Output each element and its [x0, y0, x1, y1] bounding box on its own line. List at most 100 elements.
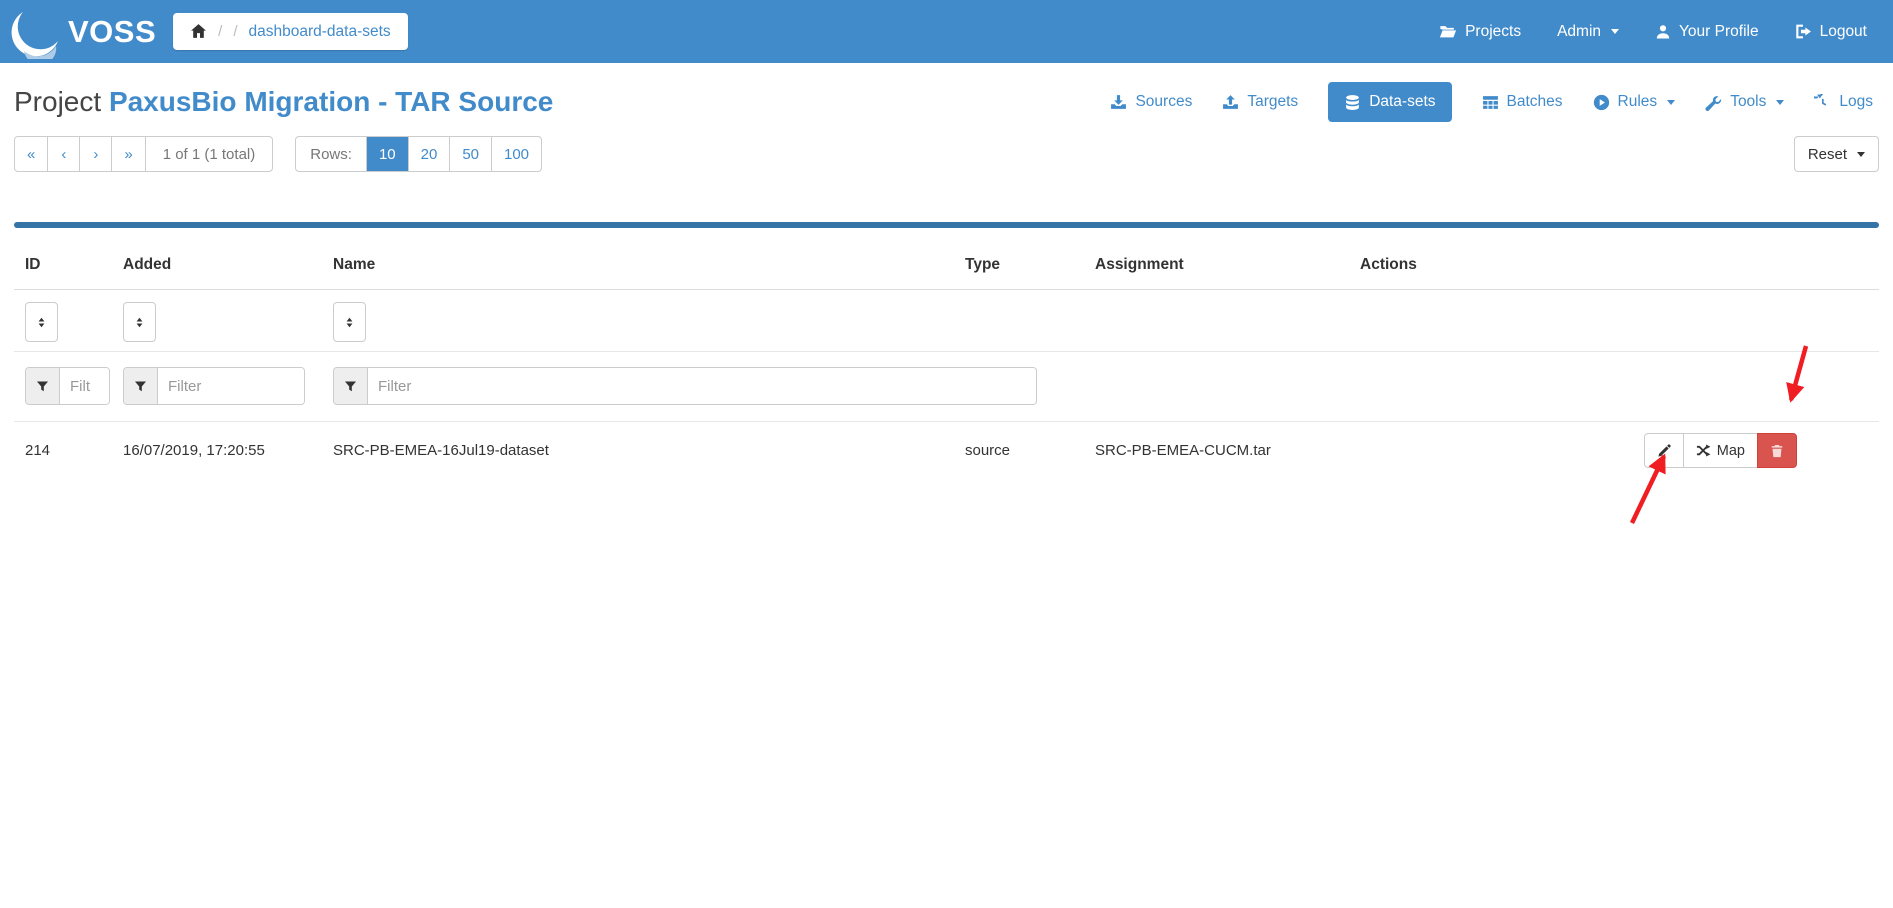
added-filter-group [123, 367, 305, 405]
first-page-button[interactable]: « [15, 137, 47, 171]
filter-icon [334, 368, 368, 404]
caret-down-icon [1857, 152, 1865, 157]
breadcrumb: / / dashboard-data-sets [173, 13, 408, 50]
reset-button-label: Reset [1808, 146, 1847, 163]
map-button[interactable]: Map [1683, 433, 1758, 468]
voss-logo-icon [10, 7, 62, 59]
tab-tools[interactable]: Tools [1705, 93, 1784, 111]
play-circle-icon [1593, 94, 1610, 111]
toolbar: « ‹ › » 1 of 1 (1 total) Rows: 10 20 50 … [0, 136, 1893, 172]
added-filter-input[interactable] [158, 368, 304, 404]
logout-icon [1795, 23, 1812, 40]
rows-option-100[interactable]: 100 [491, 137, 541, 171]
tab-rules-label: Rules [1618, 93, 1658, 111]
nav-your-profile[interactable]: Your Profile [1655, 23, 1759, 41]
user-icon [1655, 24, 1671, 40]
navbar-right: Projects Admin Your Profile Logout [1439, 23, 1867, 41]
delete-button[interactable] [1757, 433, 1797, 468]
rows-per-page-group: Rows: 10 20 50 100 [295, 136, 542, 172]
page-info: 1 of 1 (1 total) [145, 137, 273, 171]
nav-admin-label: Admin [1557, 23, 1601, 41]
filter-icon [124, 368, 158, 404]
table-icon [1482, 94, 1499, 111]
row-type-cell: source [954, 422, 1084, 483]
nav-logout-label: Logout [1820, 23, 1867, 41]
tab-tools-label: Tools [1730, 93, 1766, 111]
prev-page-button[interactable]: ‹ [47, 137, 79, 171]
download-icon [1110, 94, 1127, 111]
tab-logs[interactable]: Logs [1814, 93, 1873, 111]
tab-sources[interactable]: Sources [1110, 93, 1192, 111]
column-header-name[interactable]: Name [322, 228, 954, 290]
column-header-added[interactable]: Added [112, 228, 322, 290]
trash-icon [1770, 444, 1784, 458]
rows-label: Rows: [296, 137, 366, 171]
row-actions-group: Map [1644, 433, 1797, 468]
sort-name-button[interactable] [333, 302, 366, 342]
nav-projects-label: Projects [1465, 23, 1521, 41]
column-header-actions: Actions [1349, 228, 1879, 290]
page-title-prefix: Project [14, 86, 101, 117]
upload-icon [1222, 94, 1239, 111]
nav-logout[interactable]: Logout [1795, 23, 1867, 41]
nav-your-profile-label: Your Profile [1679, 23, 1759, 41]
sort-icon [35, 316, 48, 329]
brand[interactable]: VOSS [10, 5, 156, 59]
nav-projects[interactable]: Projects [1439, 23, 1521, 41]
project-name: PaxusBio Migration - TAR Source [109, 86, 553, 117]
column-header-type[interactable]: Type [954, 228, 1084, 290]
tab-logs-label: Logs [1839, 93, 1873, 111]
next-page-button[interactable]: › [79, 137, 111, 171]
pencil-icon [1657, 444, 1671, 458]
tab-bar: Sources Targets Data-sets Batches Rules [1110, 82, 1873, 122]
caret-down-icon [1611, 29, 1619, 34]
sort-icon [133, 316, 146, 329]
shuffle-icon [1696, 443, 1711, 458]
tab-sources-label: Sources [1135, 93, 1192, 111]
edit-button[interactable] [1644, 433, 1684, 468]
breadcrumb-current[interactable]: dashboard-data-sets [249, 23, 391, 41]
name-filter-input[interactable] [368, 368, 1036, 404]
home-icon[interactable] [190, 23, 207, 40]
caret-down-icon [1667, 100, 1675, 105]
history-icon [1814, 94, 1831, 111]
page-title: Project PaxusBio Migration - TAR Source [14, 86, 553, 118]
sort-added-button[interactable] [123, 302, 156, 342]
datasets-table: ID Added Name Type Assignment Actions [14, 222, 1879, 483]
id-filter-group [25, 367, 110, 405]
brand-name: VOSS [68, 14, 156, 50]
column-header-assignment[interactable]: Assignment [1084, 228, 1349, 290]
tab-targets[interactable]: Targets [1222, 93, 1298, 111]
tab-batches[interactable]: Batches [1482, 93, 1563, 111]
nav-admin[interactable]: Admin [1557, 23, 1619, 41]
tab-batches-label: Batches [1507, 93, 1563, 111]
breadcrumb-separator: / [233, 23, 237, 40]
rows-option-10[interactable]: 10 [366, 137, 408, 171]
pagination-group: « ‹ › » 1 of 1 (1 total) [14, 136, 273, 172]
filter-icon [26, 368, 60, 404]
caret-down-icon [1776, 100, 1784, 105]
breadcrumb-separator: / [218, 23, 222, 40]
row-name-cell: SRC-PB-EMEA-16Jul19-dataset [322, 422, 954, 483]
folder-open-icon [1439, 23, 1457, 41]
reset-button[interactable]: Reset [1794, 136, 1879, 172]
top-navbar: VOSS / / dashboard-data-sets Projects Ad… [0, 0, 1893, 63]
id-filter-input[interactable] [60, 368, 109, 404]
row-assignment-cell: SRC-PB-EMEA-CUCM.tar [1084, 422, 1349, 483]
wrench-icon [1705, 94, 1722, 111]
last-page-button[interactable]: » [111, 137, 144, 171]
sort-id-button[interactable] [25, 302, 58, 342]
name-filter-group [333, 367, 1037, 405]
row-actions-cell: Map [1349, 422, 1879, 483]
rows-option-20[interactable]: 20 [408, 137, 450, 171]
tab-targets-label: Targets [1247, 93, 1298, 111]
rows-option-50[interactable]: 50 [449, 137, 491, 171]
tab-rules[interactable]: Rules [1593, 93, 1676, 111]
database-icon [1344, 94, 1361, 111]
row-added-cell: 16/07/2019, 17:20:55 [112, 422, 322, 483]
tab-data-sets-label: Data-sets [1369, 93, 1435, 111]
tab-data-sets[interactable]: Data-sets [1328, 82, 1451, 122]
column-header-id[interactable]: ID [14, 228, 112, 290]
row-id-cell: 214 [14, 422, 112, 483]
map-button-label: Map [1717, 443, 1745, 459]
